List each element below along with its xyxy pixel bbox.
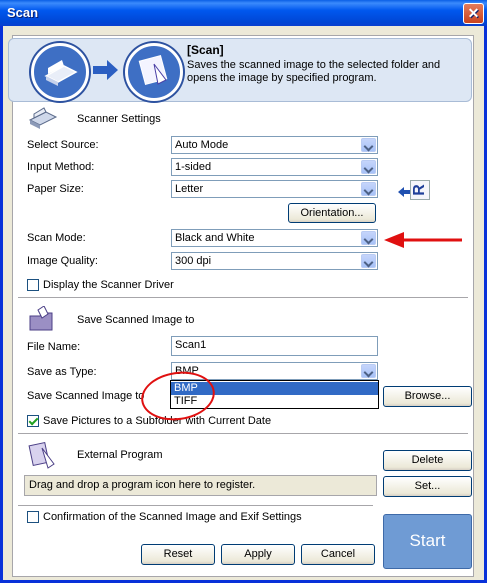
file-name-input[interactable]: Scan1 bbox=[171, 336, 378, 356]
red-annotation-arrow bbox=[382, 230, 464, 253]
folder-icon bbox=[28, 305, 58, 337]
program-drop-zone[interactable]: Drag and drop a program icon here to reg… bbox=[24, 475, 377, 496]
banner-title: [Scan] bbox=[187, 43, 224, 57]
confirmation-label: Confirmation of the Scanned Image and Ex… bbox=[43, 511, 302, 523]
paper-size-label: Paper Size: bbox=[27, 183, 84, 195]
title-bar[interactable]: Scan ✕ bbox=[0, 0, 487, 26]
input-method-label: Input Method: bbox=[27, 161, 95, 173]
select-source-label: Select Source: bbox=[27, 139, 99, 151]
divider bbox=[18, 505, 373, 507]
chevron-down-icon[interactable] bbox=[361, 231, 376, 245]
save-to-label: Save Scanned Image to bbox=[27, 390, 145, 402]
orientation-button[interactable]: Orientation... bbox=[288, 203, 376, 223]
divider bbox=[18, 297, 468, 299]
arrow-right-icon bbox=[93, 59, 119, 84]
external-program-icon bbox=[28, 440, 58, 473]
display-driver-label: Display the Scanner Driver bbox=[43, 279, 174, 291]
chevron-down-icon[interactable] bbox=[361, 138, 376, 152]
scanner-icon bbox=[31, 43, 89, 101]
delete-button[interactable]: Delete bbox=[383, 450, 472, 471]
cancel-button[interactable]: Cancel bbox=[301, 544, 375, 565]
scan-mode-label: Scan Mode: bbox=[27, 232, 86, 244]
close-button[interactable]: ✕ bbox=[463, 3, 484, 24]
save-as-type-label: Save as Type: bbox=[27, 366, 97, 378]
image-quality-combo[interactable]: 300 dpi bbox=[171, 252, 378, 270]
chevron-down-icon[interactable] bbox=[361, 160, 376, 174]
select-source-combo[interactable]: Auto Mode bbox=[171, 136, 378, 154]
paper-size-combo[interactable]: Letter bbox=[171, 180, 378, 198]
file-name-label: File Name: bbox=[27, 341, 81, 353]
window-title: Scan bbox=[7, 5, 39, 20]
image-quality-label: Image Quality: bbox=[27, 255, 98, 267]
chevron-down-icon[interactable] bbox=[361, 182, 376, 196]
banner-description: Saves the scanned image to the selected … bbox=[187, 59, 441, 84]
viewer-app-icon bbox=[125, 43, 183, 101]
confirmation-checkbox[interactable] bbox=[27, 511, 39, 523]
display-driver-checkbox[interactable] bbox=[27, 279, 39, 291]
chevron-down-icon[interactable] bbox=[361, 254, 376, 268]
apply-button[interactable]: Apply bbox=[221, 544, 295, 565]
browse-button[interactable]: Browse... bbox=[383, 386, 472, 407]
reset-button[interactable]: Reset bbox=[141, 544, 215, 565]
set-button[interactable]: Set... bbox=[383, 476, 472, 497]
scanner-settings-heading: Scanner Settings bbox=[77, 113, 161, 125]
subfolder-checkbox[interactable] bbox=[27, 415, 39, 427]
function-banner: [Scan] Saves the scanned image to the se… bbox=[8, 38, 472, 102]
chevron-down-icon[interactable] bbox=[361, 364, 376, 378]
close-icon: ✕ bbox=[467, 5, 480, 21]
scan-mode-combo[interactable]: Black and White bbox=[171, 229, 378, 247]
scanner-settings-icon bbox=[28, 106, 58, 133]
divider bbox=[18, 433, 468, 435]
save-section-heading: Save Scanned Image to bbox=[77, 314, 195, 326]
orientation-preview-icon: R bbox=[398, 180, 432, 202]
start-button[interactable]: Start bbox=[383, 514, 472, 569]
input-method-combo[interactable]: 1-sided bbox=[171, 158, 378, 176]
external-program-heading: External Program bbox=[77, 449, 163, 461]
